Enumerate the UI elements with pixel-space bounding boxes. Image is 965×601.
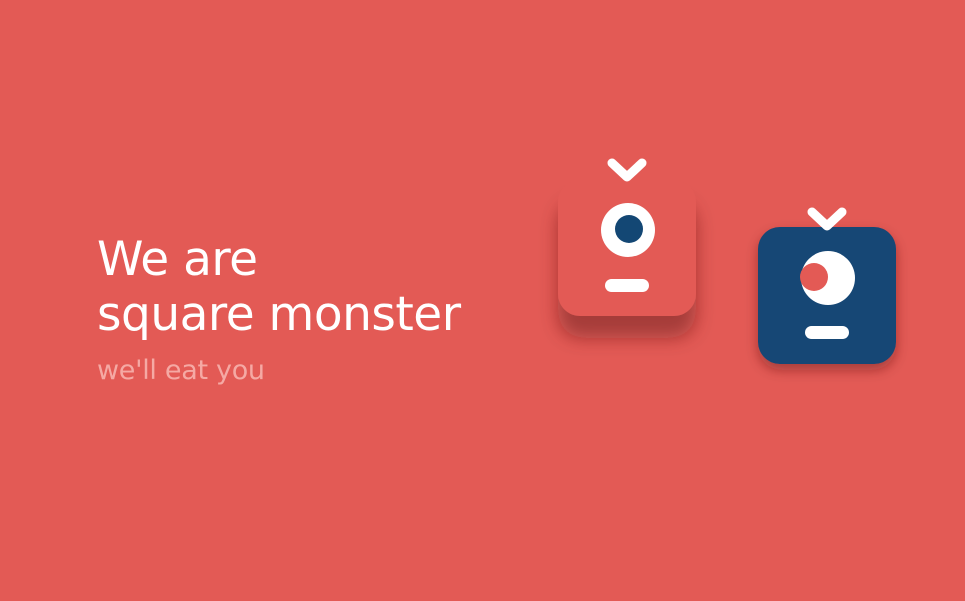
red-square-monster [548, 150, 708, 370]
blue-square-monster [748, 200, 908, 420]
monster-mouth [605, 279, 649, 292]
headline: We are square monster [97, 232, 461, 342]
monster-pupil [615, 215, 643, 243]
red-monster-icon [558, 158, 696, 316]
blue-monster-icon [758, 207, 896, 364]
monster-mouth [805, 326, 849, 339]
monster-pupil [800, 263, 828, 291]
headline-line-1: We are [97, 232, 258, 287]
headline-line-2: square monster [97, 287, 461, 342]
tagline: we'll eat you [97, 355, 265, 386]
antenna-chevron-icon [607, 158, 647, 182]
antenna-chevron-icon [807, 207, 847, 231]
